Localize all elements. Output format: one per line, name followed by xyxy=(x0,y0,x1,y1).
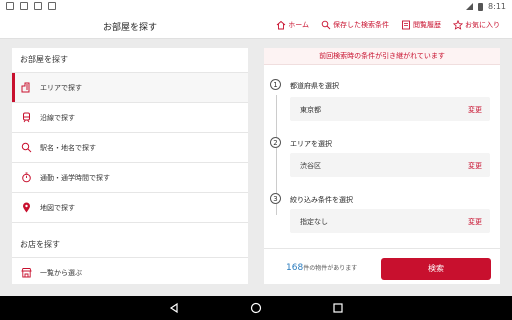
app-header: お部屋を探す ホーム 保存した検索条件 閲覧履歴 お気に入り xyxy=(0,14,512,39)
shop-icon xyxy=(20,268,32,278)
home-circle-icon[interactable] xyxy=(250,302,262,314)
train-icon xyxy=(22,112,30,123)
menu-station-label: 駅名・地名で探す xyxy=(40,143,96,152)
menu-shop-list[interactable]: 一覧から選ぶ xyxy=(12,257,248,287)
nav-favorites[interactable]: お気に入り xyxy=(453,18,500,32)
menu-map-search[interactable]: 地図で探す xyxy=(12,192,248,222)
change-filters-link[interactable]: 変更 xyxy=(468,217,482,227)
change-prefecture-link[interactable]: 変更 xyxy=(468,105,482,115)
notification-icon xyxy=(6,2,14,10)
step-number: 1 xyxy=(270,79,281,90)
menu-line-search[interactable]: 沿線で探す xyxy=(12,102,248,132)
battery-icon xyxy=(478,2,484,11)
back-icon[interactable] xyxy=(168,302,180,314)
search-footer: 168件の物件があります 検索 xyxy=(264,248,500,285)
notification-icon xyxy=(48,2,56,10)
search-place-icon xyxy=(21,142,31,153)
section-divider xyxy=(12,222,248,233)
step-label: エリアを選択 xyxy=(290,140,332,148)
star-icon xyxy=(453,20,463,30)
search-menu-panel: お部屋を探す エリアで探す 沿線で探す 駅名・地名で探す 通勤・通学時間で探す … xyxy=(12,48,248,284)
nav-favorites-label: お気に入り xyxy=(465,21,500,29)
menu-station-search[interactable]: 駅名・地名で探す xyxy=(12,132,248,162)
signal-icon xyxy=(466,3,474,10)
step-label: 絞り込み条件を選択 xyxy=(290,196,353,204)
recents-icon[interactable] xyxy=(332,302,344,314)
prefecture-value-box[interactable]: 東京都 変更 xyxy=(290,97,490,121)
header-nav: ホーム 保存した検索条件 閲覧履歴 お気に入り xyxy=(276,18,500,32)
nav-saved-search[interactable]: 保存した検索条件 xyxy=(321,18,389,32)
result-count: 168件の物件があります xyxy=(286,263,357,273)
nav-saved-search-label: 保存した検索条件 xyxy=(333,21,389,29)
condition-steps: 1 都道府県を選択 東京都 変更 2 エリアを選択 渋谷区 変更 3 絞り込み条… xyxy=(264,65,500,251)
stopwatch-icon xyxy=(21,172,31,183)
nav-history-label: 閲覧履歴 xyxy=(413,21,441,29)
home-icon xyxy=(276,20,286,30)
search-conditions-panel: 前回検索時の条件が引き継がれています 1 都道府県を選択 東京都 変更 2 エリ… xyxy=(264,48,500,284)
menu-shop-list-label: 一覧から選ぶ xyxy=(40,268,82,277)
shop-section-heading: お店を探す xyxy=(20,240,60,249)
map-pin-icon xyxy=(22,202,30,213)
page-title: お部屋を探す xyxy=(103,23,158,33)
status-bar: 8:11 xyxy=(0,0,512,14)
menu-area-label: エリアで探す xyxy=(40,83,82,92)
filters-value-box[interactable]: 指定なし 変更 xyxy=(290,209,490,233)
notification-icon xyxy=(20,2,28,10)
menu-commute-label: 通勤・通学時間で探す xyxy=(40,173,110,182)
result-count-number: 168 xyxy=(286,263,304,273)
menu-commute-search[interactable]: 通勤・通学時間で探す xyxy=(12,162,248,192)
change-area-link[interactable]: 変更 xyxy=(468,161,482,171)
result-count-suffix: 件の物件があります xyxy=(303,265,358,272)
area-value-box[interactable]: 渋谷区 変更 xyxy=(290,153,490,177)
nav-home[interactable]: ホーム xyxy=(276,18,309,32)
area-value: 渋谷区 xyxy=(300,162,321,170)
step-number: 3 xyxy=(270,193,281,204)
search-button[interactable]: 検索 xyxy=(381,258,491,280)
inherited-conditions-banner: 前回検索時の条件が引き継がれています xyxy=(264,48,500,65)
nav-history[interactable]: 閲覧履歴 xyxy=(401,18,441,32)
menu-area-search[interactable]: エリアで探す xyxy=(12,72,248,102)
status-time: 8:11 xyxy=(488,2,506,11)
history-icon xyxy=(402,20,410,30)
prefecture-value: 東京都 xyxy=(300,106,321,114)
menu-line-label: 沿線で探す xyxy=(40,113,75,122)
step-number: 2 xyxy=(270,137,281,148)
menu-map-label: 地図で探す xyxy=(40,203,75,212)
saved-search-icon xyxy=(321,20,331,30)
filters-value: 指定なし xyxy=(300,218,328,226)
room-section-heading: お部屋を探す xyxy=(20,55,68,64)
step-label: 都道府県を選択 xyxy=(290,82,339,90)
notification-icon xyxy=(34,2,42,10)
system-nav-bar xyxy=(0,296,512,320)
building-icon xyxy=(21,82,29,93)
nav-home-label: ホーム xyxy=(288,21,309,29)
